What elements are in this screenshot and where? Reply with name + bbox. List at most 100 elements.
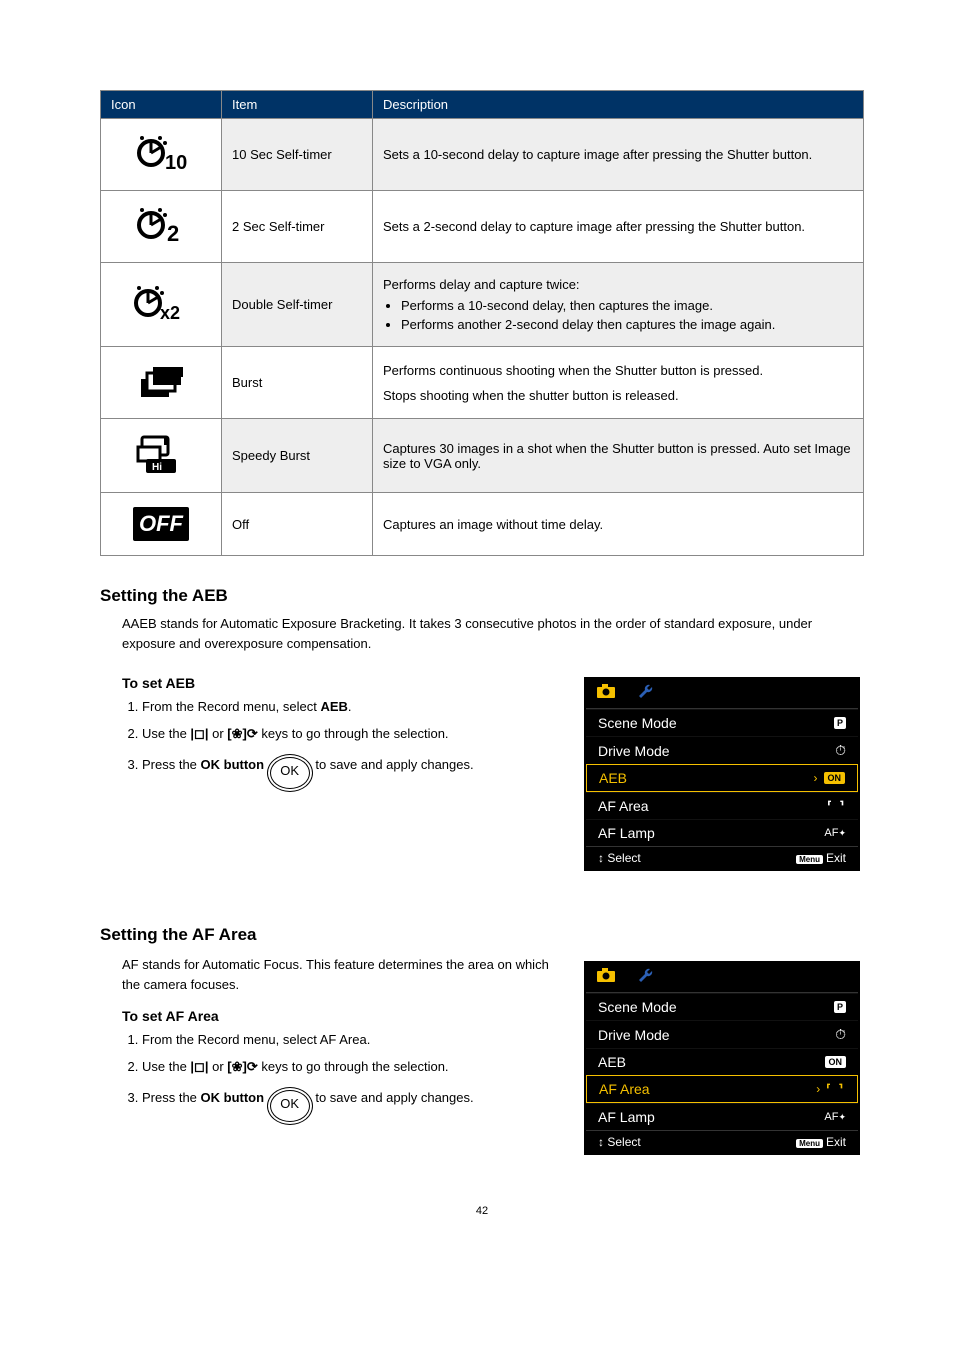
table-row: Hi Speedy Burst Captures 30 images in a … [101,419,864,493]
table-header-desc: Description [373,91,864,119]
wrench-tab-icon [626,679,666,708]
footer-exit: MenuExit [796,851,846,865]
step: Use the |◻| or [❀]⟳ keys to go through t… [142,724,564,745]
aeb-steps: From the Record menu, select AEB. Use th… [122,697,564,783]
subheading-set-af-area: To set AF Area [122,1008,564,1024]
menu-item-label: AEB [598,1054,626,1070]
camera-tab-icon [586,963,626,992]
af-lamp-icon: AF✦ [824,1111,846,1123]
menu-item[interactable]: Drive Mode ⏱ [586,736,858,764]
self-timer-small-icon: ⏱ [835,742,846,759]
menu-item-label: AF Lamp [598,1109,655,1125]
speedy-burst-icon: Hi [134,433,188,475]
table-row: OFF Off Captures an image without time d… [101,493,864,556]
desc-intro: Performs delay and capture twice: [383,277,580,292]
table-desc: Sets a 10-second delay to capture image … [373,119,864,191]
menu-item-value: P [834,1001,846,1013]
table-desc: Performs continuous shooting when the Sh… [373,347,864,419]
10-sec-self-timer-icon: 10 [135,133,187,173]
camera-menu-af-area: Scene ModePDrive Mode⏱AEBONAF Area›⸢ ⸣AF… [584,961,860,1155]
menu-item-value: ⏱ [835,742,846,759]
menu-item[interactable]: Scene Mode P [586,709,858,736]
af-area-bracket-icon: ⸢ ⸣ [827,799,846,813]
menu-item-value: AF✦ [824,1111,846,1123]
desc-bullet: Performs another 2-second delay then cap… [401,317,853,332]
menu-item-label: Scene Mode [598,999,677,1015]
desc-line: Performs continuous shooting when the Sh… [383,363,853,378]
on-badge: ON [824,772,846,784]
step: From the Record menu, select AF Area. [142,1030,564,1051]
camera-menu-aeb: Scene ModePDrive Mode⏱AEB›ONAF Area⸢ ⸣AF… [584,677,860,871]
afarea-steps: From the Record menu, select AF Area. Us… [122,1030,564,1116]
footer-select: ↕ Select [598,1135,641,1149]
ok-button-icon: OK [270,757,310,789]
menu-item[interactable]: AF Area ⸢ ⸣ [586,792,858,819]
menu-item[interactable]: AEB ON [586,1048,858,1075]
menu-item-label: Drive Mode [598,1027,670,1043]
svg-text:Hi: Hi [152,462,162,473]
menu-item-value: ⸢ ⸣ [827,799,846,813]
heading-setting-aeb: Setting the AEB [100,586,864,606]
af-lamp-icon: AF✦ [824,827,846,839]
table-item: 10 Sec Self-timer [222,119,373,191]
desc-bullet: Performs a 10-second delay, then capture… [401,298,853,313]
macro-key-icon: [❀]⟳ [227,1059,257,1074]
step: Press the OK button OK to save and apply… [142,751,564,783]
p-mode-icon: P [834,717,846,729]
table-header-item: Item [222,91,373,119]
afarea-description: AF stands for Automatic Focus. This feat… [122,955,564,994]
svg-text:10: 10 [165,152,187,173]
menu-item[interactable]: AEB › ON [586,764,858,792]
menu-item-label: Drive Mode [598,743,670,759]
on-badge: ON [825,1056,847,1068]
table-desc: Performs delay and capture twice: Perfor… [373,263,864,347]
table-item: Off [222,493,373,556]
table-desc: Sets a 2-second delay to capture image a… [373,191,864,263]
wrench-tab-icon [626,963,666,992]
menu-item[interactable]: AF Lamp AF✦ [586,819,858,846]
2-sec-self-timer-icon: 2 [135,205,187,245]
af-area-bracket-icon: ⸢ ⸣ [826,1082,845,1096]
menu-item[interactable]: Drive Mode ⏱ [586,1020,858,1048]
subheading-set-aeb: To set AEB [122,675,564,691]
table-row: 10 10 Sec Self-timer Sets a 10-second de… [101,119,864,191]
table-desc: Captures 30 images in a shot when the Sh… [373,419,864,493]
table-item: Double Self-timer [222,263,373,347]
svg-text:x2: x2 [160,303,180,323]
footer-select: ↕ Select [598,851,641,865]
page-number: 42 [100,1205,864,1217]
self-timer-small-icon: ⏱ [835,1026,846,1043]
svg-text:2: 2 [167,221,179,245]
menu-item-value: › ON [814,771,846,785]
table-item: 2 Sec Self-timer [222,191,373,263]
menu-item[interactable]: AF Area›⸢ ⸣ [586,1075,858,1103]
menu-item[interactable]: Scene Mode P [586,993,858,1020]
menu-item-label: AF Lamp [598,825,655,841]
ok-button-icon: OK [270,1090,310,1122]
table-desc: Captures an image without time delay. [373,493,864,556]
table-item: Burst [222,347,373,419]
aeb-description: AAEB stands for Automatic Exposure Brack… [122,614,864,653]
menu-item[interactable]: AF Lamp AF✦ [586,1103,858,1130]
table-header-icon: Icon [101,91,222,119]
footer-exit: MenuExit [796,1135,846,1149]
p-mode-icon: P [834,1001,846,1013]
chevron-right-icon: › [814,771,818,785]
step: Use the |◻| or [❀]⟳ keys to go through t… [142,1057,564,1078]
menu-item-label: AEB [599,770,627,786]
menu-item-label: AF Area [598,798,649,814]
menu-item-label: AF Area [599,1081,650,1097]
table-item: Speedy Burst [222,419,373,493]
step: Press the OK button OK to save and apply… [142,1084,564,1116]
heading-setting-af-area: Setting the AF Area [100,925,864,945]
display-key-icon: |◻| [190,726,208,741]
drive-mode-table: Icon Item Description 1 [100,90,864,556]
step: From the Record menu, select AEB. [142,697,564,718]
table-row: Burst Performs continuous shooting when … [101,347,864,419]
table-row: x2 Double Self-timer Performs delay and … [101,263,864,347]
menu-footer: ↕ Select MenuExit [586,1130,858,1153]
menu-item-value: AF✦ [824,827,846,839]
menu-item-label: Scene Mode [598,715,677,731]
macro-key-icon: [❀]⟳ [227,726,257,741]
menu-item-value: ON [825,1056,847,1068]
